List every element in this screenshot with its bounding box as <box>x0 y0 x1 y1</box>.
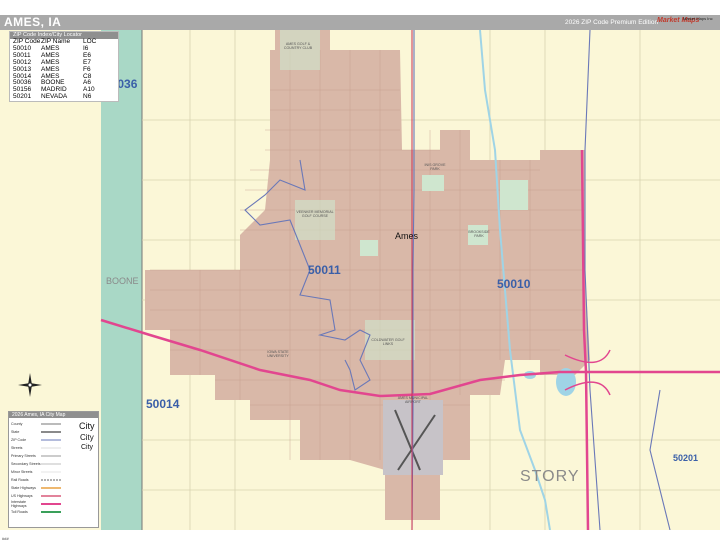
feature-label-golf-country-club: AMES GOLF & COUNTRY CLUB <box>283 42 313 50</box>
feature-label-brookside: BROOKSIDE PARK <box>468 230 490 238</box>
legend-label: ZIP Code <box>11 438 27 442</box>
legend-label: Minor Streets <box>11 470 33 474</box>
inis-grove-park <box>422 175 444 191</box>
feature-label-iowa-state: IOWA STATE UNIVERSITY <box>267 350 289 358</box>
legend-row: US Highways <box>11 493 61 499</box>
legend-city-sample: City <box>81 444 94 451</box>
title-bar: AMES, IA 2026 ZIP Code Premium Edition M… <box>0 15 720 30</box>
footer-code: ### <box>2 536 9 541</box>
legend-swatch <box>41 455 61 457</box>
city-label-ames: Ames <box>395 231 419 241</box>
feature-label-airport: AMES MUNICIPAL AIRPORT <box>397 396 429 404</box>
zip-label-50014: 50014 <box>146 397 180 411</box>
legend-label: Toll Roads <box>11 510 28 514</box>
legend-swatch <box>41 503 61 505</box>
park <box>360 240 378 256</box>
legend-row: ZIP Code <box>11 437 61 443</box>
legend-swatch <box>41 463 61 465</box>
legend-swatch <box>41 495 61 497</box>
legend-row: County <box>11 421 61 427</box>
zip-label-50010: 50010 <box>497 277 531 291</box>
legend-row: Rail Roads <box>11 477 61 483</box>
legend-swatch <box>41 431 61 433</box>
legend-swatch <box>41 439 61 441</box>
feature-label-coldwater: COLDWATER GOLF LINKS <box>371 338 405 346</box>
zip-name: NEVADA <box>41 93 68 101</box>
legend-label: County <box>11 422 23 426</box>
legend-title: 2026 Ames, IA City Map <box>9 412 98 418</box>
legend-label: Primary Streets <box>11 454 36 458</box>
zip-label-50011: 50011 <box>308 263 341 277</box>
county-label-boone: BOONE <box>106 276 139 286</box>
legend-label: Streets <box>11 446 23 450</box>
map-canvas[interactable]: 50036 50011 50010 50014 50201 BOONE STOR… <box>0 29 720 531</box>
legend-label: Interstate Highways <box>11 500 27 508</box>
legend-row: Streets <box>11 445 61 451</box>
feature-label-veenker: VEENKER MEMORIAL GOLF COURSE <box>296 210 334 218</box>
legend-label: US Highways <box>11 494 33 498</box>
legend-label: Rail Roads <box>11 478 29 482</box>
legend-city-sample: City <box>79 421 95 431</box>
edition-label: 2026 ZIP Code Premium Edition <box>565 19 659 26</box>
legend-row: Secondary Streets <box>11 461 61 467</box>
map-title: AMES, IA <box>4 15 62 29</box>
legend-row: Interstate Highways <box>11 500 61 508</box>
legend-swatch <box>41 471 61 473</box>
legend-swatch <box>41 511 61 513</box>
legend-swatch <box>41 423 61 425</box>
legend-label: State <box>11 430 20 434</box>
legend-row: State Highways <box>11 485 61 491</box>
publisher-logo: Market Maps Market Maps Inc <box>657 16 717 30</box>
legend-swatch <box>41 479 61 481</box>
logo-subtext: Market Maps Inc <box>683 16 713 21</box>
zip-loc: N6 <box>83 93 92 101</box>
legend-row: Primary Streets <box>11 453 61 459</box>
park <box>500 180 528 210</box>
legend-label: Secondary Streets <box>11 462 41 466</box>
legend-swatch <box>41 487 61 489</box>
legend-label: State Highways <box>11 486 36 490</box>
county-label-story: STORY <box>520 468 580 485</box>
legend-row: Toll Roads <box>11 509 61 515</box>
zip-index-panel: ZIP Code Index/City Locator ZIP Code ZIP… <box>9 31 119 103</box>
zip-index-row: 50201 NEVADA N6 <box>10 93 118 101</box>
zip-code: 50201 <box>13 93 32 101</box>
feature-label-inis-grove: INIS GROVE PARK <box>424 163 446 171</box>
zip-label-50201: 50201 <box>673 453 699 463</box>
legend-city-sample: City <box>80 433 94 442</box>
legend-row: State <box>11 429 61 435</box>
legend-swatch <box>41 447 61 449</box>
veenker-golf-course <box>295 200 335 240</box>
map-legend: 2026 Ames, IA City Map County State ZIP … <box>8 411 99 528</box>
legend-row: Minor Streets <box>11 469 61 475</box>
golf-country-club <box>280 30 320 70</box>
